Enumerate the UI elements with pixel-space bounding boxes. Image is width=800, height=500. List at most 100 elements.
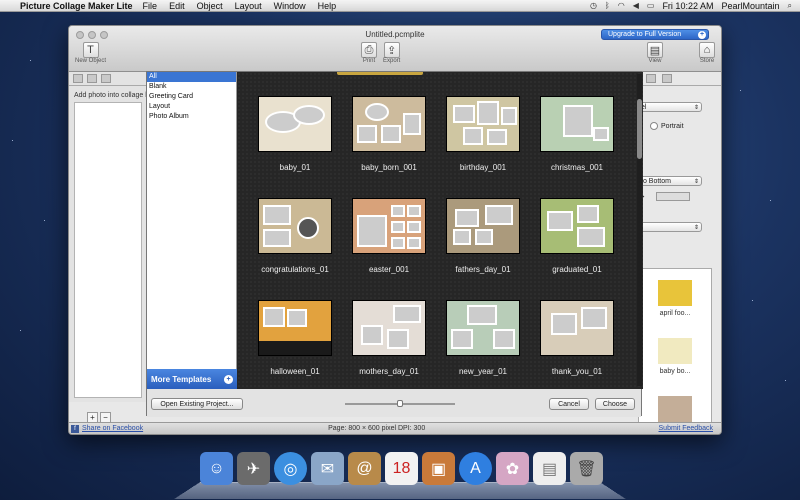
time-machine-icon[interactable]: ◷ <box>590 1 597 10</box>
background-tab[interactable] <box>662 74 672 83</box>
template-tile[interactable]: easter_001 <box>349 198 429 274</box>
menu-file[interactable]: File <box>143 1 158 11</box>
background-swatch <box>658 279 692 306</box>
template-tile[interactable]: birthday_001 <box>443 96 523 172</box>
category-greeting-card[interactable]: Greeting Card <box>147 92 236 102</box>
dock: ☺ ✈ ◎ ✉ @ 18 ▣ A ✿ ▤ 🗑 <box>173 452 627 500</box>
page-info: Page: 800 × 600 pixel DPI: 300 <box>328 425 426 432</box>
template-name: baby_01 <box>279 163 311 172</box>
template-name: new_year_01 <box>458 367 508 376</box>
photo-list[interactable]: + − <box>74 102 142 423</box>
category-photo-album[interactable]: Photo Album <box>147 112 236 122</box>
category-list[interactable]: All Blank Greeting Card Layout Photo Alb… <box>147 72 237 369</box>
document-icon[interactable]: ▤ <box>533 452 566 485</box>
menu-help[interactable]: Help <box>318 1 337 11</box>
template-tile[interactable]: christmas_001 <box>537 96 617 172</box>
volume-icon[interactable]: ◀ <box>633 1 639 10</box>
template-thumbnail <box>540 96 614 152</box>
effects-tab[interactable] <box>87 74 97 83</box>
template-tile[interactable]: baby_born_001 <box>349 96 429 172</box>
upgrade-label: Upgrade to Full Version <box>608 31 682 38</box>
direction-select[interactable]: to Bottom <box>638 176 702 186</box>
menu-app-name[interactable]: Picture Collage Maker Lite <box>20 1 133 11</box>
template-name: thank_you_01 <box>551 367 603 376</box>
print-label: Print <box>362 58 376 64</box>
menu-object[interactable]: Object <box>197 1 223 11</box>
spotlight-icon[interactable]: ⌕ <box>788 1 792 11</box>
template-name: christmas_001 <box>550 163 604 172</box>
open-existing-button[interactable]: Open Existing Project... <box>151 398 243 410</box>
store-button[interactable]: ⌂ Store <box>699 42 715 64</box>
background-swatch <box>658 395 692 422</box>
list-item[interactable]: april foo... <box>639 269 711 327</box>
choose-button[interactable]: Choose <box>595 398 635 410</box>
status-bar: f Share on Facebook Page: 800 × 600 pixe… <box>69 422 721 434</box>
app-store-icon[interactable]: A <box>459 452 492 485</box>
view-button[interactable]: ▤ View <box>647 42 663 64</box>
more-templates-button[interactable]: More Templates + <box>147 369 237 389</box>
mail-icon[interactable]: ✉ <box>311 452 344 485</box>
export-button[interactable]: ⇪ Export <box>383 42 400 64</box>
template-thumbnail <box>258 198 332 254</box>
template-tile[interactable]: graduated_01 <box>537 198 617 274</box>
background-list[interactable]: april foo... baby bo... baby_08 <box>638 268 712 434</box>
template-sheet: All Blank Greeting Card Layout Photo Alb… <box>146 71 643 417</box>
collage-tab[interactable] <box>101 74 111 83</box>
thumbnail-size-slider[interactable] <box>345 400 455 407</box>
color-well[interactable] <box>656 192 690 201</box>
trash-icon[interactable]: 🗑 <box>570 452 603 485</box>
template-tile[interactable]: mothers_day_01 <box>349 300 429 376</box>
template-tile[interactable]: thank_you_01 <box>537 300 617 376</box>
plus-icon: + <box>698 30 706 39</box>
menu-layout[interactable]: Layout <box>235 1 262 11</box>
new-object-label: New Object <box>75 58 107 64</box>
photo-booth-icon[interactable]: ▣ <box>422 452 455 485</box>
wifi-icon[interactable]: ◠ <box>618 1 625 10</box>
menu-user[interactable]: PearlMountain <box>721 1 779 11</box>
category-layout[interactable]: Layout <box>147 102 236 112</box>
portrait-label: Portrait <box>661 122 684 130</box>
template-thumbnail <box>446 300 520 356</box>
template-name: fathers_day_01 <box>455 265 511 274</box>
photos-icon[interactable]: ✿ <box>496 452 529 485</box>
portrait-radio[interactable]: Portrait <box>650 122 684 130</box>
gallery-scrollbar[interactable] <box>637 74 642 386</box>
cancel-button[interactable]: Cancel <box>549 398 589 410</box>
bluetooth-icon[interactable]: ᛒ <box>605 1 610 10</box>
template-tile[interactable]: fathers_day_01 <box>443 198 523 274</box>
template-tile[interactable]: new_year_01 <box>443 300 523 376</box>
category-all[interactable]: All <box>147 72 236 82</box>
template-thumbnail <box>540 300 614 356</box>
menu-window[interactable]: Window <box>274 1 306 11</box>
template-tile[interactable]: baby_01 <box>255 96 335 172</box>
selected-indicator <box>337 72 423 75</box>
printer-icon: ⎙ <box>361 42 377 58</box>
page-tab[interactable] <box>646 74 656 83</box>
slider-knob[interactable] <box>397 400 403 407</box>
sheet-footer: Open Existing Project... Cancel Choose <box>147 389 641 417</box>
finder-icon[interactable]: ☺ <box>200 452 233 485</box>
launchpad-icon[interactable]: ✈ <box>237 452 270 485</box>
photos-tab[interactable] <box>73 74 83 83</box>
paper-size-select[interactable]: el <box>638 102 702 112</box>
print-button[interactable]: ⎙ Print <box>361 42 377 64</box>
more-templates-label: More Templates <box>151 374 212 384</box>
new-object-button[interactable]: T New Object <box>75 42 106 64</box>
category-blank[interactable]: Blank <box>147 82 236 92</box>
template-gallery: baby_01 baby_born_001 birthday_001 chris… <box>237 72 643 389</box>
contacts-icon[interactable]: @ <box>348 452 381 485</box>
menu-edit[interactable]: Edit <box>169 1 185 11</box>
menu-clock[interactable]: Fri 10:22 AM <box>662 1 713 11</box>
submit-feedback-link[interactable]: Submit Feedback <box>659 425 713 432</box>
upgrade-button[interactable]: Upgrade to Full Version + <box>601 29 709 40</box>
template-tile[interactable]: halloween_01 <box>255 300 335 376</box>
safari-icon[interactable]: ◎ <box>274 452 307 485</box>
background-select[interactable] <box>638 222 702 232</box>
calendar-icon[interactable]: 18 <box>385 452 418 485</box>
list-item[interactable]: baby bo... <box>639 327 711 385</box>
share-facebook-link[interactable]: Share on Facebook <box>82 425 143 432</box>
facebook-icon[interactable]: f <box>71 424 79 433</box>
battery-icon[interactable]: ▭ <box>647 1 655 10</box>
template-thumbnail <box>446 96 520 152</box>
template-tile[interactable]: congratulations_01 <box>255 198 335 274</box>
